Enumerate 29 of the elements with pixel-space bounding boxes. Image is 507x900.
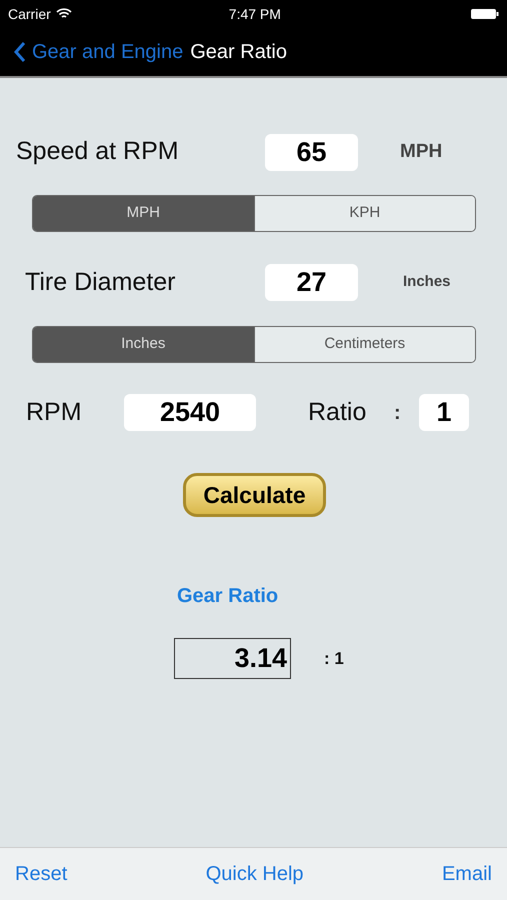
tire-field[interactable]: 27 xyxy=(265,264,358,301)
toolbar-button[interactable]: Email xyxy=(442,859,492,889)
chevron-left-icon xyxy=(14,42,26,62)
segment-tab[interactable]: Centimeters xyxy=(254,327,475,362)
tire-unit: Inches xyxy=(403,272,451,292)
ratio-label: Ratio xyxy=(308,396,368,428)
clock-text: 7:47 PM xyxy=(228,4,281,24)
speed-field[interactable]: 65 xyxy=(265,134,358,170)
calculate-button[interactable]: Calculate xyxy=(183,473,326,517)
ratio-separator: : xyxy=(394,400,402,426)
back-button[interactable]: Gear and Engine xyxy=(14,37,184,67)
segment-tab[interactable]: MPH xyxy=(33,196,254,231)
page-title: Gear Ratio xyxy=(190,40,287,65)
segment-tab[interactable]: Inches xyxy=(33,327,254,362)
carrier-text: Carrier xyxy=(8,4,51,24)
battery-icon xyxy=(471,8,499,20)
segment-tab[interactable]: KPH xyxy=(254,196,475,231)
rpm-field[interactable]: 2540 xyxy=(124,394,256,431)
speed-unit: MPH xyxy=(400,140,442,164)
tire-label: Tire Diameter xyxy=(25,266,176,298)
toolbar-button[interactable]: Reset xyxy=(15,859,68,889)
rpm-label: RPM xyxy=(26,396,83,428)
wifi-icon xyxy=(56,8,72,20)
ratio-field[interactable]: 1 xyxy=(419,394,469,431)
result-heading: Gear Ratio xyxy=(177,584,278,609)
result-suffix: : 1 xyxy=(324,648,344,670)
result-field: 3.14 xyxy=(174,638,291,679)
toolbar-button[interactable]: Quick Help xyxy=(206,859,304,889)
speed-label: Speed at RPM xyxy=(16,136,180,168)
